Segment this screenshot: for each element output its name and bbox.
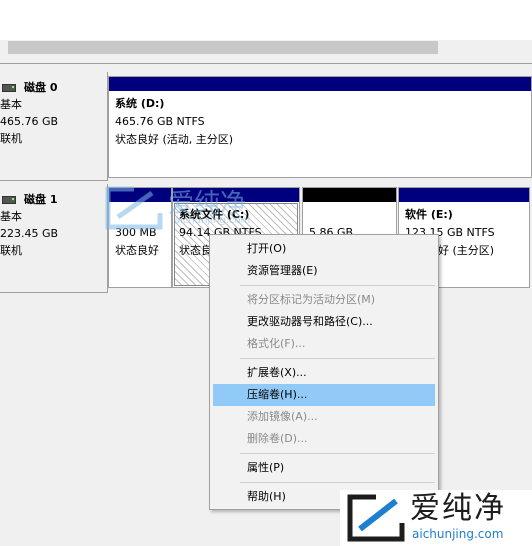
menu-item-shrink-volume[interactable]: 压缩卷(H)... xyxy=(213,384,435,406)
horizontal-scrollbar[interactable] xyxy=(8,41,438,54)
disk-icon xyxy=(2,195,16,204)
menu-item-extend-volume[interactable]: 扩展卷(X)... xyxy=(213,362,435,384)
partition-bar xyxy=(109,77,531,91)
partition-size: 465.76 GB NTFS xyxy=(115,115,205,128)
disk-1-label[interactable]: 磁盘 1 基本 223.45 GB 联机 xyxy=(0,184,108,293)
partition-name: 软件 (E:) xyxy=(405,208,453,221)
disk-icon xyxy=(2,83,16,92)
menu-separator xyxy=(240,285,435,286)
disk-type: 基本 xyxy=(0,98,22,111)
faint-watermark: 爱纯净 aichunjing.com xyxy=(104,185,304,233)
disk-type: 基本 xyxy=(0,210,22,223)
menu-item-mark-active[interactable]: 将分区标记为活动分区(M) xyxy=(213,289,435,311)
faint-url: aichunjing.com xyxy=(174,215,251,226)
menu-item-properties[interactable]: 属性(P) xyxy=(213,457,435,479)
partition-bar xyxy=(303,188,396,202)
partition-status: 状态良好 (活动, 主分区) xyxy=(115,133,234,146)
disk-0-label[interactable]: 磁盘 0 基本 465.76 GB 联机 xyxy=(0,72,108,181)
menu-separator xyxy=(240,482,435,483)
disk-size: 465.76 GB xyxy=(0,115,59,128)
partition-name: 系统 (D:) xyxy=(115,97,165,110)
brand-name: 爱纯净 xyxy=(410,491,506,526)
partition-bar xyxy=(399,188,529,202)
partition-status: 状态良好 xyxy=(115,244,159,257)
menu-item-format[interactable]: 格式化(F)... xyxy=(213,333,435,355)
brand-url: aichunjing.com xyxy=(412,527,504,541)
menu-separator xyxy=(240,358,435,359)
brand-watermark: 爱纯净 aichunjing.com xyxy=(340,490,532,546)
menu-item-open[interactable]: 打开(O) xyxy=(213,238,435,260)
menu-item-explorer[interactable]: 资源管理器(E) xyxy=(213,260,435,282)
disk-status: 联机 xyxy=(0,132,22,145)
menu-item-delete-volume[interactable]: 删除卷(D)... xyxy=(213,428,435,450)
watermark-logo-icon xyxy=(105,186,163,230)
disk-name: 磁盘 1 xyxy=(24,193,58,206)
menu-item-add-mirror[interactable]: 添加镜像(A)... xyxy=(213,406,435,428)
volume-list-area xyxy=(0,0,532,40)
disk-size: 223.45 GB xyxy=(0,227,59,240)
disk-status: 联机 xyxy=(0,244,22,257)
partition-d[interactable]: 系统 (D:) 465.76 GB NTFS 状态良好 (活动, 主分区) xyxy=(108,76,532,178)
context-menu: 打开(O) 资源管理器(E) 将分区标记为活动分区(M) 更改驱动器号和路径(C… xyxy=(209,234,439,510)
brand-logo-icon xyxy=(347,494,405,542)
menu-item-change-drive-letter[interactable]: 更改驱动器号和路径(C)... xyxy=(213,311,435,333)
pane-divider xyxy=(0,63,532,64)
disk-name: 磁盘 0 xyxy=(24,81,58,94)
menu-separator xyxy=(240,453,435,454)
